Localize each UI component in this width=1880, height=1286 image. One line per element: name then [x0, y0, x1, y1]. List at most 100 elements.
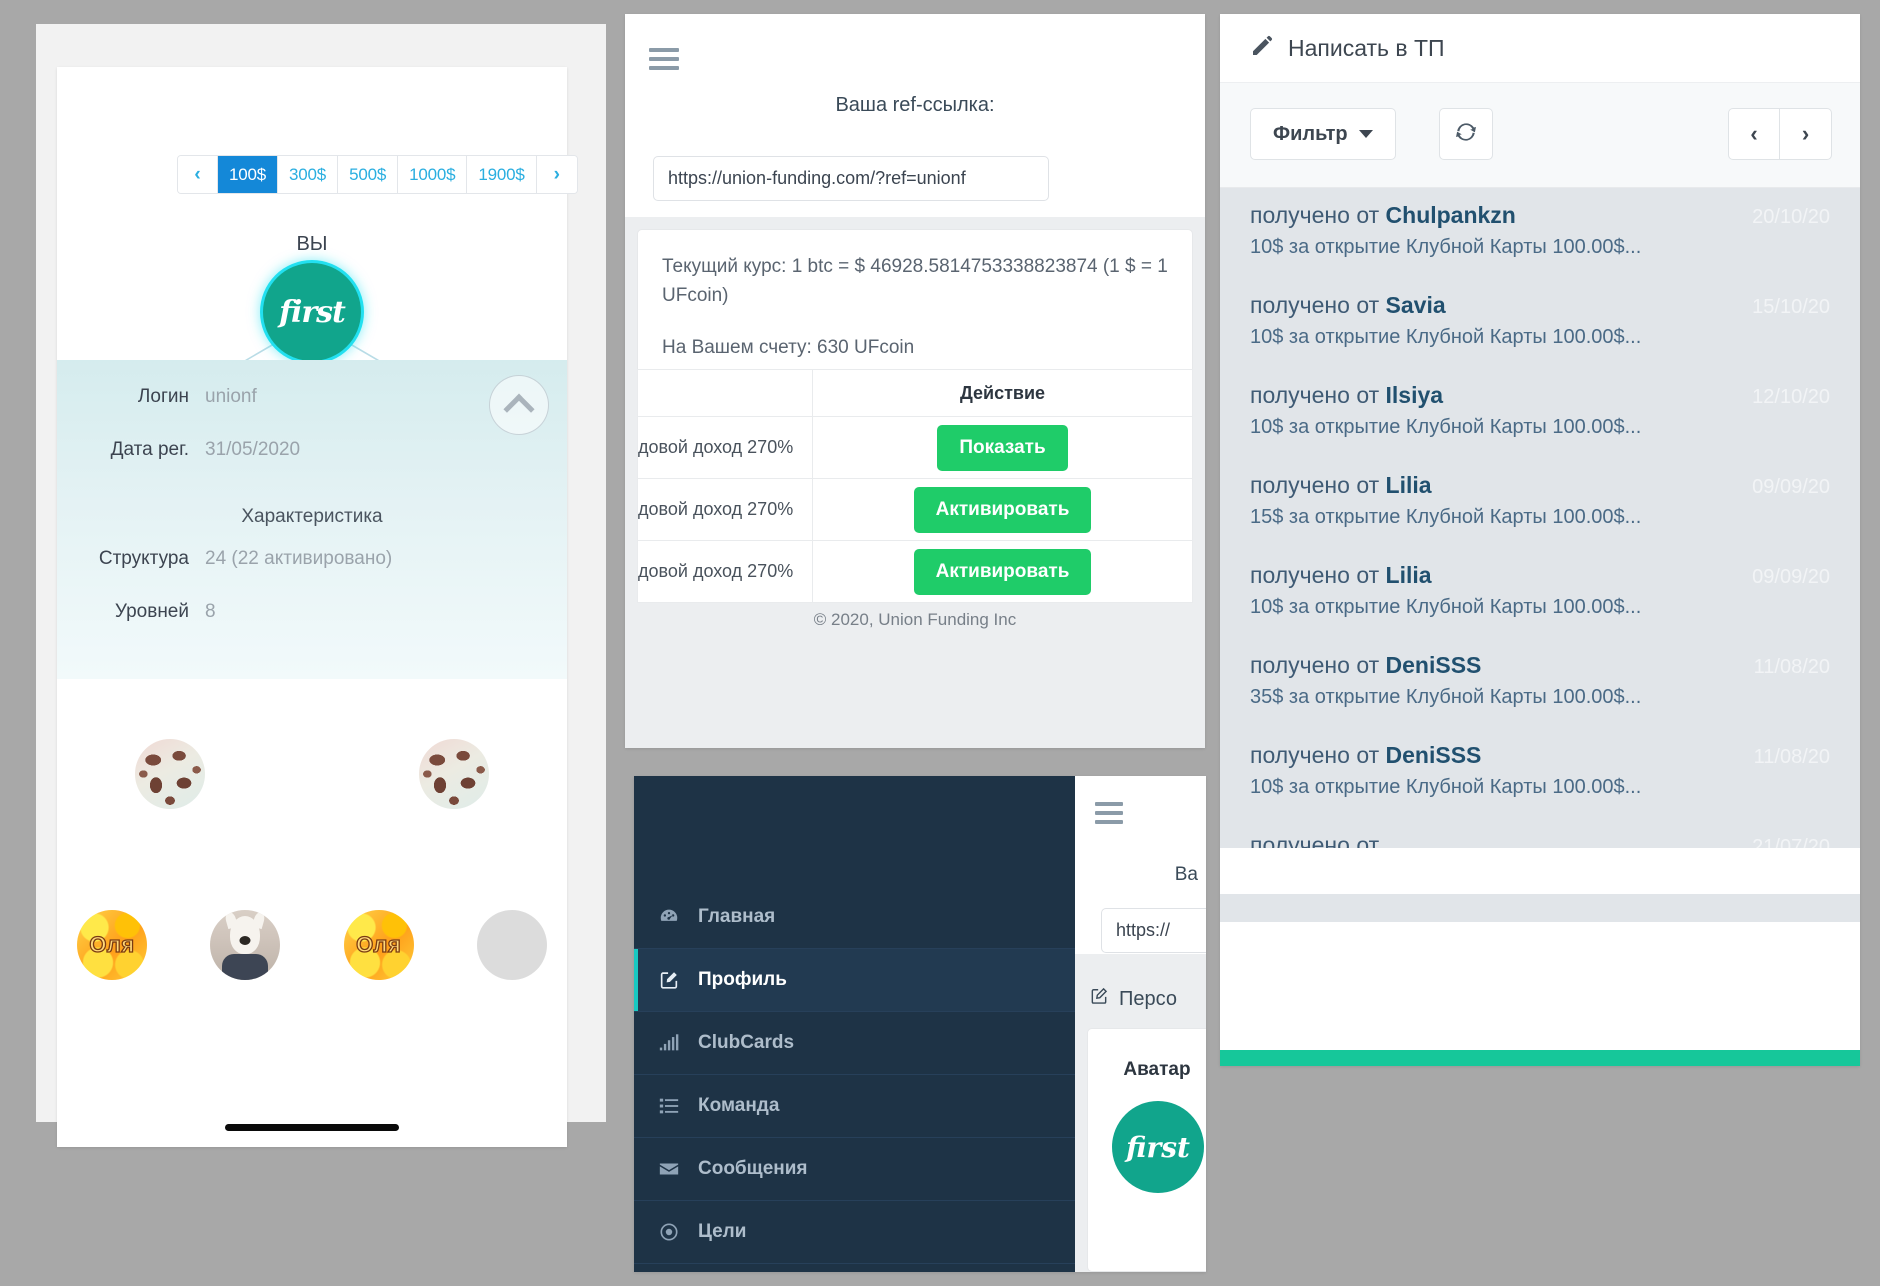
dog-nose — [239, 936, 251, 945]
dashboard-icon — [658, 906, 692, 928]
row-action-cell: Активировать — [812, 540, 1193, 603]
page-next-button[interactable]: › — [1780, 108, 1832, 160]
current-rate-text: Текущий курс: 1 btc = $ 46928.5814753338… — [662, 256, 1168, 307]
list-item[interactable]: получено от DeniSSS 10$ за открытие Клуб… — [1220, 728, 1860, 818]
activate-button[interactable]: Активировать — [913, 548, 1092, 595]
tier-pager[interactable]: ‹ 100$ 300$ 500$ 1000$ 1900$ › — [177, 155, 578, 194]
tier-next-button[interactable]: › — [536, 156, 577, 193]
caret-down-icon — [1358, 130, 1373, 138]
peek-avatar[interactable]: first — [1112, 1101, 1204, 1193]
login-value: unionf — [205, 386, 257, 407]
sidebar-item-home[interactable]: Главная — [634, 886, 1075, 949]
list-item[interactable]: получено от Lilia 10$ за открытие Клубно… — [1220, 548, 1860, 638]
filter-button-label: Фильтр — [1273, 122, 1348, 145]
root-node-avatar[interactable]: first — [263, 263, 361, 361]
tier-prev-button[interactable]: ‹ — [178, 156, 218, 193]
row-description: довой доход 270% — [637, 478, 813, 541]
list-item[interactable]: получено от DeniSSS 35$ за открытие Клуб… — [1220, 638, 1860, 728]
dog-head — [230, 916, 261, 954]
tree-avatar-label: Оля — [355, 931, 402, 957]
pagination-controls[interactable]: ‹ › — [1728, 108, 1832, 160]
message-detail: 15$ за открытие Клубной Карты 100.00$... — [1250, 506, 1642, 528]
tree-avatar-dog[interactable] — [210, 910, 281, 980]
page-title: Написать в ТП — [1288, 34, 1445, 61]
sidebar-item-messages[interactable]: Сообщения — [634, 1138, 1075, 1201]
activate-button[interactable]: Активировать — [913, 486, 1092, 533]
list-icon — [658, 1095, 692, 1117]
page-prev-button[interactable]: ‹ — [1728, 108, 1780, 160]
sidebar-item-label: Сообщения — [698, 1158, 808, 1179]
list-item[interactable]: получено от Ilsiya 10$ за открытие Клубн… — [1220, 368, 1860, 458]
list-item[interactable]: получено от Chulpankzn 10$ за открытие К… — [1220, 188, 1860, 278]
edit-icon — [1089, 986, 1109, 1012]
message-date: 11/08/20 — [1753, 656, 1830, 678]
tree-avatar-olya[interactable]: Оля — [343, 910, 414, 980]
regdate-value: 31/05/2020 — [205, 439, 301, 460]
show-button[interactable]: Показать — [937, 424, 1068, 471]
message-sender-line: получено от Lilia — [1250, 472, 1830, 499]
list-item[interactable]: получено от Savia 10$ за открытие Клубно… — [1220, 278, 1860, 368]
tree-avatar[interactable] — [419, 739, 489, 809]
profile-info-block: Логин unionf Дата рег. 31/05/2020 Характ… — [57, 360, 567, 679]
message-date: 12/10/20 — [1752, 386, 1830, 408]
tree-avatar-empty[interactable] — [476, 910, 547, 980]
message-list[interactable]: получено от Chulpankzn 10$ за открытие К… — [1220, 188, 1860, 922]
message-sender: Lilia — [1385, 562, 1432, 588]
edit-profile-icon — [658, 969, 692, 991]
sidebar-item-goals[interactable]: Цели — [634, 1201, 1075, 1264]
row-description: довой доход 270% — [637, 416, 813, 479]
rate-card: Текущий курс: 1 btc = $ 46928.5814753338… — [637, 229, 1193, 390]
levels-value: 8 — [205, 601, 216, 622]
tree-avatar[interactable] — [135, 739, 205, 809]
avatar-label: Аватар — [1123, 1059, 1191, 1080]
tier-option-0[interactable]: 100$ — [218, 156, 279, 193]
home-indicator — [225, 1124, 399, 1131]
tier-option-4[interactable]: 1900$ — [467, 156, 537, 193]
peek-section-label: Персо — [1119, 987, 1177, 1010]
row-description: довой доход 270% — [637, 540, 813, 603]
message-date: 20/10/20 — [1752, 206, 1830, 228]
you-label: ВЫ — [296, 233, 328, 255]
refresh-button[interactable] — [1439, 108, 1493, 160]
tier-option-1[interactable]: 300$ — [278, 156, 339, 193]
message-sender: DeniSSS — [1385, 742, 1482, 768]
panel-header: Написать в ТП — [1220, 14, 1860, 83]
message-sender-line: получено от Savia — [1250, 292, 1830, 319]
row-action-cell: Показать — [812, 416, 1193, 479]
message-sender-line: получено от DeniSSS — [1250, 652, 1830, 679]
sidebar-item-clubcards[interactable]: ClubCards — [634, 1012, 1075, 1075]
collapse-button[interactable] — [489, 375, 549, 435]
hamburger-icon[interactable] — [649, 48, 679, 75]
envelope-icon — [658, 1158, 692, 1180]
copyright-footer: © 2020, Union Funding Inc — [813, 610, 1017, 629]
dog-body — [222, 954, 269, 980]
navigation-menu-panel: Главная Профиль ClubCards Команда Сообще… — [634, 776, 1206, 1272]
sidebar-item-label: Главная — [698, 906, 776, 927]
list-item[interactable]: получено от Lilia 15$ за открытие Клубно… — [1220, 458, 1860, 548]
list-bottom-fade — [1220, 848, 1860, 894]
ref-link-input[interactable] — [653, 156, 1049, 201]
hamburger-icon[interactable] — [1095, 802, 1123, 829]
message-detail: 10$ за открытие Клубной Карты 100.00$... — [1250, 416, 1642, 438]
levels-label: Уровней — [114, 601, 189, 622]
sidebar-item-team[interactable]: Команда — [634, 1075, 1075, 1138]
row-action-cell: Активировать — [812, 478, 1193, 541]
sidebar-item-label: Команда — [698, 1095, 780, 1116]
tier-option-3[interactable]: 1000$ — [398, 156, 468, 193]
tree-avatar-olya[interactable]: Оля — [77, 910, 147, 980]
tier-option-2[interactable]: 500$ — [338, 156, 399, 193]
table-row: довой доход 270% Активировать — [637, 540, 1193, 603]
panel-toolbar: Фильтр ‹ › — [1220, 83, 1860, 188]
message-detail: 10$ за открытие Клубной Карты 100.00$... — [1250, 236, 1642, 258]
message-prefix: получено от — [1250, 382, 1386, 408]
sidebar-item-profile[interactable]: Профиль — [634, 949, 1075, 1012]
peek-ref-input[interactable]: https:// — [1101, 908, 1206, 953]
account-balance-text: На Вашем счету: 630 UFcoin — [662, 336, 915, 358]
profile-tree-panel: ‹ 100$ 300$ 500$ 1000$ 1900$ › ВЫ first — [36, 24, 606, 1147]
sidebar-item-label: ClubCards — [698, 1032, 795, 1053]
actions-table: Действие довой доход 270% Показать довой… — [637, 369, 1193, 603]
target-icon — [658, 1221, 692, 1243]
pencil-icon — [1250, 34, 1274, 63]
bar-chart-icon — [658, 1032, 692, 1054]
filter-button[interactable]: Фильтр — [1250, 108, 1396, 160]
